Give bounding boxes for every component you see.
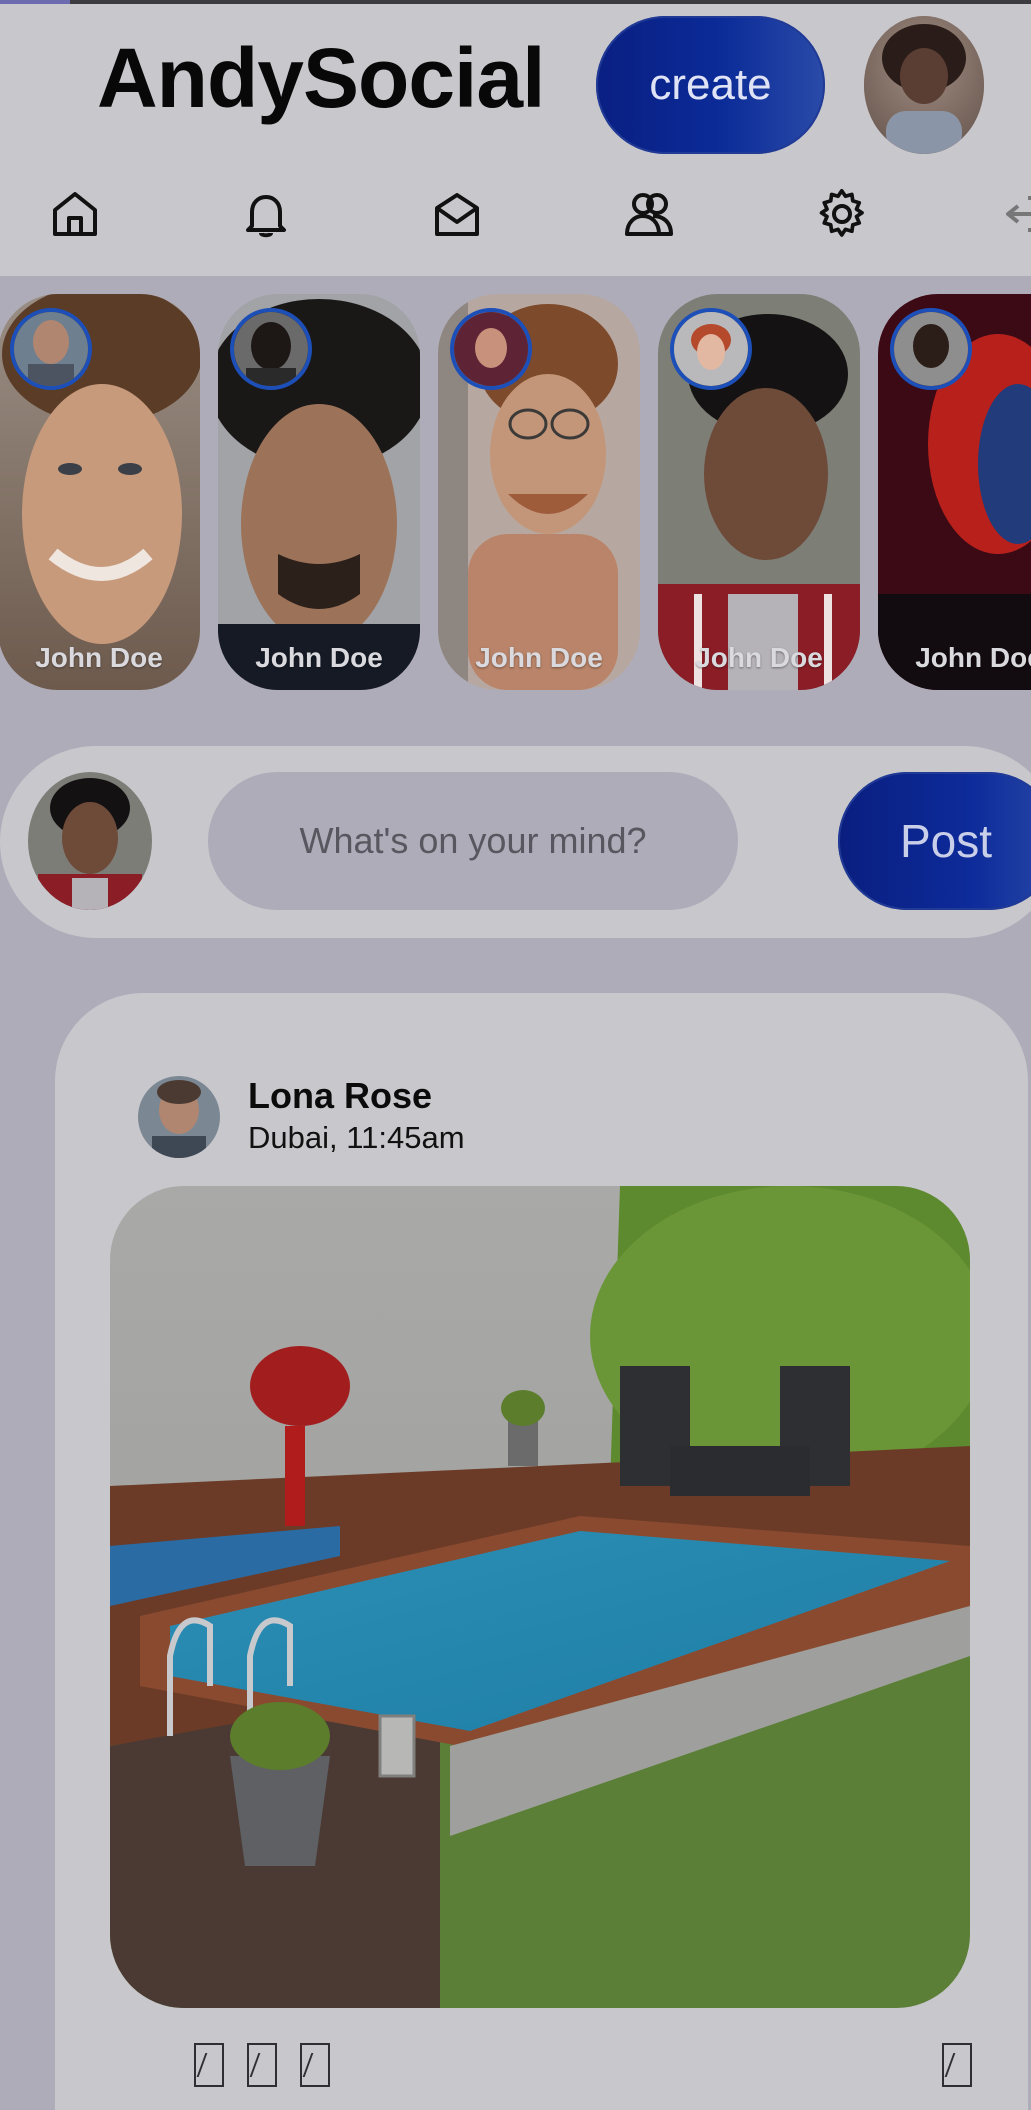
app-page: AndySocial create John Doe John Doe John… (0, 0, 1031, 2110)
app-logo: AndySocial (97, 31, 545, 125)
post-composer: What's on your mind? Post (0, 746, 1031, 938)
post-author-name[interactable]: Lona Rose (248, 1075, 432, 1117)
story-avatar (230, 308, 312, 390)
story-name: John Doe (695, 642, 823, 673)
gear-icon[interactable] (813, 184, 871, 244)
post-button[interactable]: Post (838, 772, 1031, 910)
post-actions (138, 2043, 972, 2099)
composer-avatar (28, 772, 152, 910)
post-author-avatar[interactable] (138, 1076, 220, 1158)
header: AndySocial create (0, 4, 1031, 276)
story-card[interactable]: John Doe (438, 294, 640, 690)
like-icon[interactable] (194, 2043, 224, 2087)
post-card: Lona Rose Dubai, 11:45am (55, 993, 1028, 2110)
post-location-time: Dubai, 11:45am (248, 1120, 465, 1155)
story-name: John Doe (35, 642, 163, 673)
profile-avatar-image (864, 16, 984, 154)
comment-icon[interactable] (247, 2043, 277, 2087)
story-avatar (450, 308, 532, 390)
profile-avatar[interactable] (864, 16, 984, 154)
story-name: John Doe (915, 642, 1031, 673)
story-avatar (890, 308, 972, 390)
home-icon[interactable] (46, 184, 104, 244)
stories-row: John Doe John Doe John Doe John Doe John… (0, 294, 1031, 692)
story-name: John Doe (475, 642, 603, 673)
create-button[interactable]: create (596, 16, 825, 154)
post-image[interactable] (110, 1186, 970, 2008)
story-avatar (670, 308, 752, 390)
logout-icon[interactable] (995, 184, 1031, 244)
story-name: John Doe (255, 642, 383, 673)
bell-icon[interactable] (237, 184, 295, 244)
story-card[interactable]: John Doe (0, 294, 200, 690)
users-icon[interactable] (620, 184, 678, 244)
bookmark-icon[interactable] (942, 2043, 972, 2087)
story-card[interactable]: John Doe (658, 294, 860, 690)
share-icon[interactable] (300, 2043, 330, 2087)
mail-open-icon[interactable] (428, 184, 486, 244)
post-input[interactable]: What's on your mind? (208, 772, 738, 910)
main-nav (0, 184, 1031, 264)
story-card[interactable]: John Doe (878, 294, 1031, 690)
story-avatar (10, 308, 92, 390)
story-card[interactable]: John Doe (218, 294, 420, 690)
